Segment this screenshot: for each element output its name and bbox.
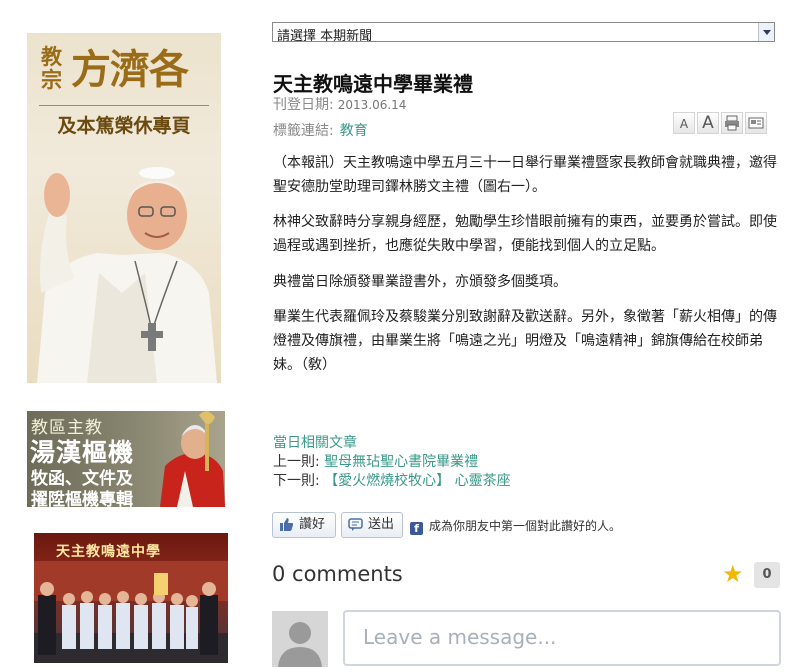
prev-article-row: 上一則: 聖母無玷聖心書院畢業禮 <box>273 453 511 472</box>
pope-portrait-image <box>37 167 217 383</box>
next-article-link[interactable]: 【愛火燃燒校牧心】 心靈茶座 <box>324 473 510 489</box>
comments-count: 0 comments <box>272 562 403 586</box>
graduation-group-photo[interactable]: 天主教鳴遠中學 <box>34 533 228 663</box>
thumbs-up-icon <box>280 518 294 531</box>
email-icon[interactable] <box>745 112 767 134</box>
article-paragraph: 林神父致辭時分享親身經歷，勉勵學生珍惜眼前擁有的東西，並要勇於嘗試。即使過程或遇… <box>273 214 777 254</box>
tag-label: 標籤連結: <box>273 123 334 139</box>
prev-article-link[interactable]: 聖母無玷聖心書院畢業禮 <box>324 454 478 470</box>
related-articles: 當日相關文章 上一則: 聖母無玷聖心書院畢業禮 下一則: 【愛火燃燒校牧心】 心… <box>273 434 511 491</box>
tag-links: 標籤連結: 教育 <box>273 120 368 140</box>
facebook-icon: f <box>410 522 423 535</box>
article-paragraph: 畢業生代表羅佩玲及蔡駿業分別致謝辭及歡送辭。另外，象徵著「薪火相傳」的傳燈禮及傳… <box>273 309 777 373</box>
article-paragraph: （本報訊）天主教鳴遠中學五月三十一日舉行畢業禮暨家長教師會就職典禮，邀得聖安德肋… <box>273 155 777 195</box>
related-articles-header: 當日相關文章 <box>273 435 357 451</box>
star-icon[interactable]: ★ <box>722 560 744 588</box>
font-smaller-button[interactable]: A <box>673 112 695 134</box>
banner-big-text: 方濟各 <box>71 46 189 93</box>
facebook-like-button[interactable]: 讚好 <box>272 512 336 538</box>
like-label: 讚好 <box>299 517 326 532</box>
news-select-value: 請選擇 本期新聞 <box>277 29 373 44</box>
article-paragraph: 典禮當日除頒發畢業證書外，亦頒發多個獎項。 <box>273 274 567 290</box>
star-count-badge: 0 <box>754 562 780 588</box>
facebook-send-button[interactable]: 送出 <box>341 512 403 538</box>
publish-date: 刊登日期: 2013.06.14 <box>273 94 406 114</box>
cardinal-tong-banner[interactable]: 教區主教 湯漢樞機 牧函、文件及 擢陞樞機專輯 <box>27 411 225 507</box>
font-larger-button[interactable]: A <box>697 112 719 134</box>
tag-link-education[interactable]: 教育 <box>340 123 368 139</box>
user-silhouette-icon <box>278 622 322 667</box>
banner-small-text: 教宗 <box>41 44 62 92</box>
next-article-row: 下一則: 【愛火燃燒校牧心】 心靈茶座 <box>273 472 511 491</box>
pope-francis-banner[interactable]: 教宗 方濟各 及本篤榮休專頁 <box>27 33 221 383</box>
news-select-dropdown[interactable]: 請選擇 本期新聞 <box>272 22 775 44</box>
article-title: 天主教鳴遠中學畢業禮 <box>273 72 473 96</box>
facebook-like-prompt: f 成為你朋友中第一個對此讚好的人。 <box>410 517 621 535</box>
school-name-caption: 天主教鳴遠中學 <box>56 544 161 560</box>
banner-sub-text: 及本篤榮休專頁 <box>57 115 191 137</box>
publish-date-value: 2013.06.14 <box>337 98 407 112</box>
prev-article-label: 上一則: <box>273 454 320 470</box>
chevron-down-icon[interactable] <box>758 23 774 41</box>
send-label: 送出 <box>368 517 395 532</box>
cardinal-portrait-image <box>160 411 225 507</box>
avatar <box>272 611 328 667</box>
banner-divider <box>39 105 209 106</box>
message-icon <box>348 518 363 531</box>
print-icon[interactable] <box>721 112 743 134</box>
article-tools: A A <box>673 112 768 136</box>
bishop-banner-line4: 擢陞樞機專輯 <box>31 490 133 507</box>
next-article-label: 下一則: <box>273 473 320 489</box>
comment-input[interactable]: Leave a message... <box>343 610 781 666</box>
publish-date-label: 刊登日期: <box>273 97 334 113</box>
facebook-like-text: 成為你朋友中第一個對此讚好的人。 <box>429 519 622 533</box>
